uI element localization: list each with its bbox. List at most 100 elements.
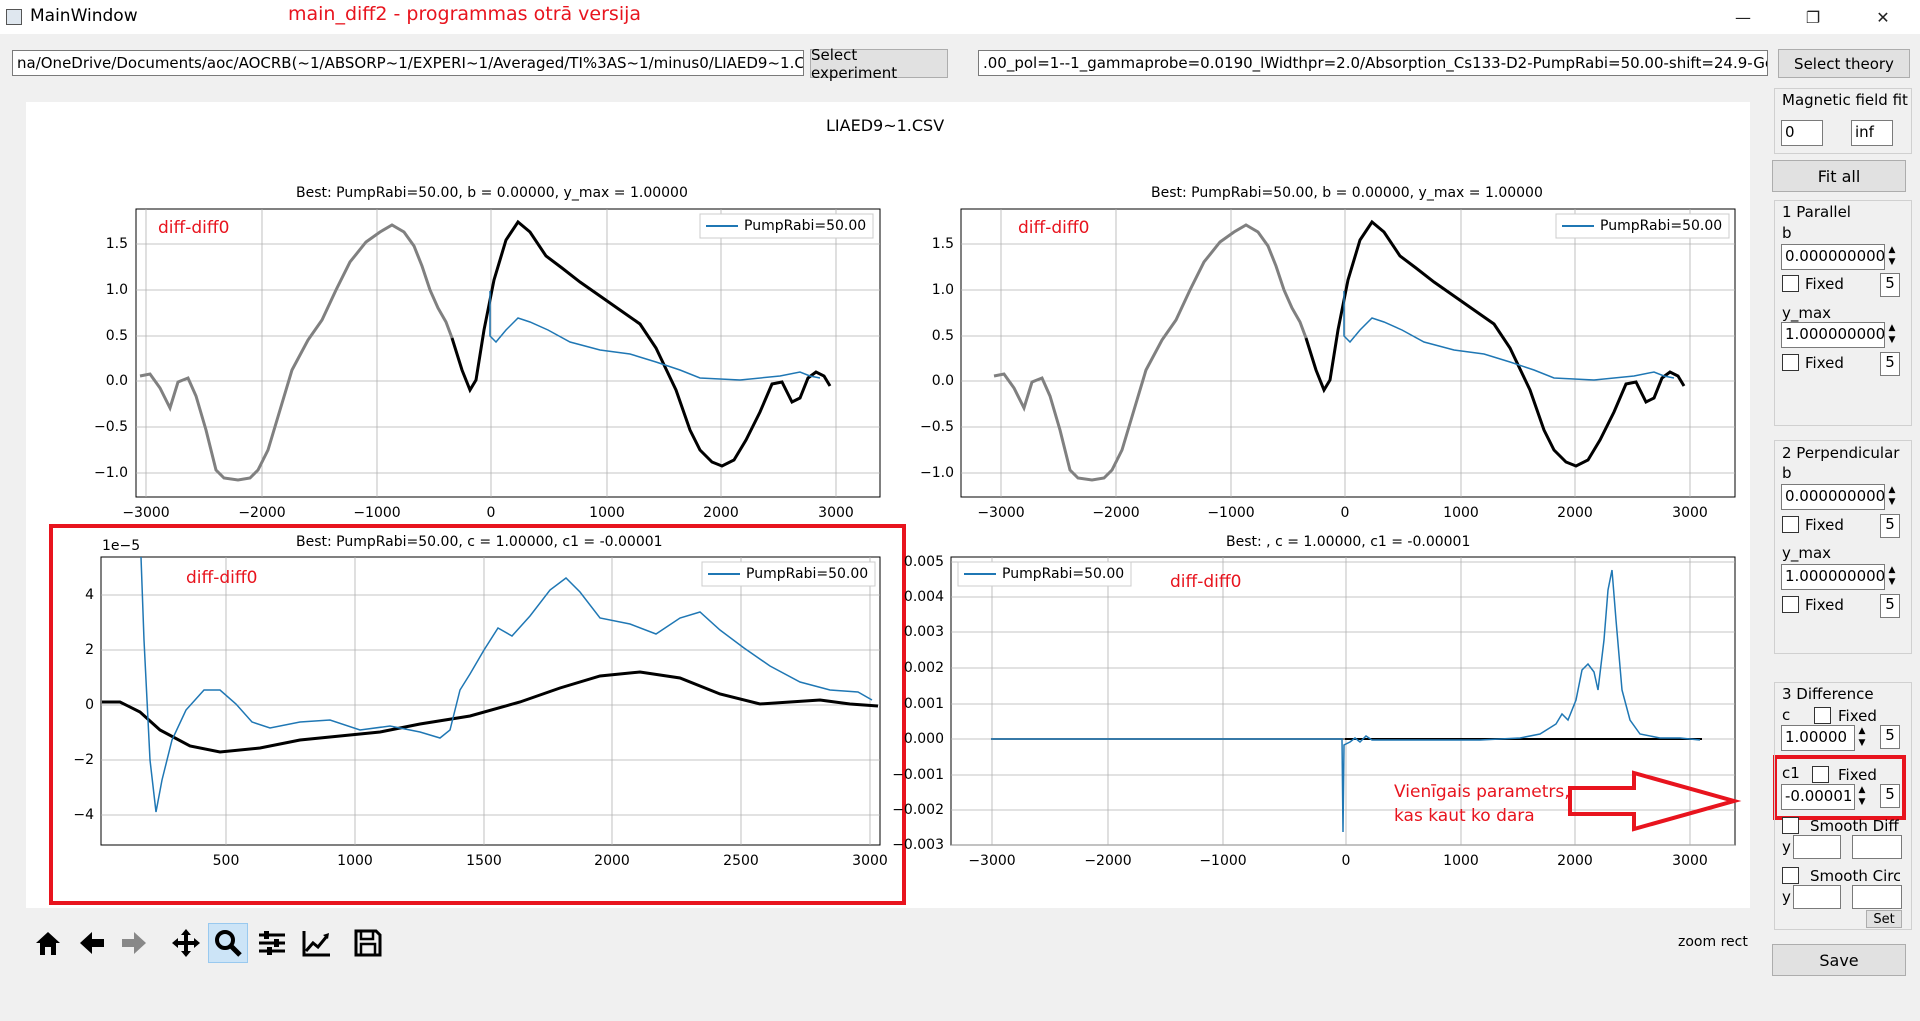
difference-c1-steps[interactable]: 5 [1880,784,1900,808]
difference-c-fixed-checkbox[interactable] [1814,707,1831,724]
plot4-ytick: 0.002 [903,660,944,676]
parallel-ymax-fixed-checkbox[interactable] [1782,354,1799,371]
plot4-xtick: 3000 [1672,853,1708,869]
fixed-label: Fixed [1805,516,1844,534]
perpendicular-ymax-steps[interactable]: 5 [1880,594,1900,618]
difference-c-spinbox[interactable]: 1.00000 [1781,725,1855,751]
edit-axis-icon[interactable] [296,923,336,963]
smooth-diff-label: Smooth Diff [1810,817,1899,835]
plot2-ytick: 0.5 [931,328,954,344]
plot2-overlay-label: diff-diff0 [1018,218,1090,238]
plot3-xtick: 2000 [594,853,630,869]
plot2-xtick: −2000 [1092,505,1140,521]
spin-arrows-icon[interactable]: ▲ ▼ [1883,484,1901,510]
difference-c-steps[interactable]: 5 [1880,725,1900,749]
forward-arrow-icon[interactable] [114,923,154,963]
plot4-ytick: −0.003 [892,837,944,853]
difference-c1-spinbox[interactable]: -0.00001 [1781,784,1855,810]
plot1-ytick: 1.5 [105,236,128,252]
plot4-legend: PumpRabi=50.00 [1002,566,1125,582]
plot3-legend: PumpRabi=50.00 [746,566,869,582]
plot3-xtick: 2500 [723,853,759,869]
parallel-ymax-label: y_max [1782,304,1832,322]
save-icon[interactable] [348,923,388,963]
spin-arrows-icon[interactable]: ▲ ▼ [1883,322,1901,348]
perpendicular-ymax-fixed-checkbox[interactable] [1782,596,1799,613]
fixed-label: Fixed [1805,354,1844,372]
plot4-xtick: 2000 [1557,853,1593,869]
plot4-xtick: −1000 [1199,853,1247,869]
pan-icon[interactable] [166,923,206,963]
spin-arrows-icon[interactable]: ▲ ▼ [1883,244,1901,270]
perpendicular-ymax-label: y_max [1782,544,1832,562]
smooth-circ-y2-field[interactable] [1852,885,1902,909]
plot4-overlay-label: diff-diff0 [1170,572,1242,592]
difference-c1-fixed-checkbox[interactable] [1812,766,1829,783]
plot1-xtick: −2000 [238,505,286,521]
smooth-diff-y-field[interactable] [1793,835,1841,859]
save-button[interactable]: Save [1772,944,1906,976]
plot2-xtick: 3000 [1672,505,1708,521]
smooth-circ-y-label: y [1782,888,1791,906]
plot4 [950,556,1736,846]
parallel-title: 1 Parallel [1782,203,1851,221]
parallel-b-fixed-checkbox[interactable] [1782,275,1799,292]
smooth-circ-label: Smooth Circ [1810,867,1900,885]
smooth-diff-checkbox[interactable] [1782,817,1799,834]
plot1-ytick: −0.5 [94,419,128,435]
back-arrow-icon[interactable] [72,923,112,963]
perpendicular-ymax-spinbox[interactable]: 1.0000000000 [1781,564,1885,590]
plot2-xtick: −1000 [1207,505,1255,521]
plot4-ytick: −0.002 [892,802,944,818]
parallel-b-steps[interactable]: 5 [1880,273,1900,297]
plot4-ytick: 0.005 [903,554,944,570]
plot2-ytick: 1.0 [931,282,954,298]
fit-all-button[interactable]: Fit all [1772,160,1906,192]
fixed-label: Fixed [1805,275,1844,293]
plot2 [960,208,1736,498]
zoom-icon[interactable] [208,923,248,963]
plot1-xtick: 2000 [703,505,739,521]
plot3-ytick: 0 [85,697,94,713]
mag-min-field[interactable]: 0 [1781,120,1823,146]
smooth-circ-checkbox[interactable] [1782,867,1799,884]
plot4-xtick: −2000 [1084,853,1132,869]
smooth-diff-y-label: y [1782,838,1791,856]
plot3-xtick: 500 [212,853,240,869]
parallel-ymax-spinbox[interactable]: 1.0000000000 [1781,322,1885,348]
set-button[interactable]: Set [1866,910,1902,928]
plot3-xtick: 3000 [852,853,888,869]
spin-arrows-icon[interactable]: ▲ ▼ [1883,564,1901,590]
magnetic-field-title: Magnetic field fit [1782,91,1908,109]
difference-c-label: c [1782,706,1791,724]
plot2-ytick: 1.5 [931,236,954,252]
perpendicular-b-fixed-checkbox[interactable] [1782,516,1799,533]
plot3-ytick: −2 [73,752,94,768]
plot1-ytick: 1.0 [105,282,128,298]
plot3-xtick: 1500 [466,853,502,869]
smooth-diff-y2-field[interactable] [1852,835,1902,859]
fixed-label: Fixed [1838,707,1877,725]
plot3-ytick: 2 [85,642,94,658]
perpendicular-b-spinbox[interactable]: 0.0000000000 [1781,484,1885,510]
perpendicular-b-label: b [1782,464,1792,482]
plot2-ytick: −1.0 [920,465,954,481]
plot1-xtick: −1000 [353,505,401,521]
plot2-xtick: −3000 [977,505,1025,521]
plot4-xtick: −3000 [968,853,1016,869]
difference-title: 3 Difference [1782,685,1874,703]
plot4-ytick: 0.004 [903,589,944,605]
parallel-b-spinbox[interactable]: 0.0000000000 [1781,244,1885,270]
plot1-xtick: −3000 [122,505,170,521]
mag-max-field[interactable]: inf [1851,120,1893,146]
home-icon[interactable] [28,923,68,963]
parallel-ymax-steps[interactable]: 5 [1880,352,1900,376]
configure-subplots-icon[interactable] [252,923,292,963]
spin-arrows-icon[interactable]: ▲ ▼ [1853,784,1871,810]
plot2-ytick: −0.5 [920,419,954,435]
spin-arrows-icon[interactable]: ▲ ▼ [1853,725,1871,751]
smooth-circ-y-field[interactable] [1793,885,1841,909]
plot2-ytick: 0.0 [931,373,954,389]
perpendicular-b-steps[interactable]: 5 [1880,514,1900,538]
plot1-xtick: 0 [486,505,496,521]
